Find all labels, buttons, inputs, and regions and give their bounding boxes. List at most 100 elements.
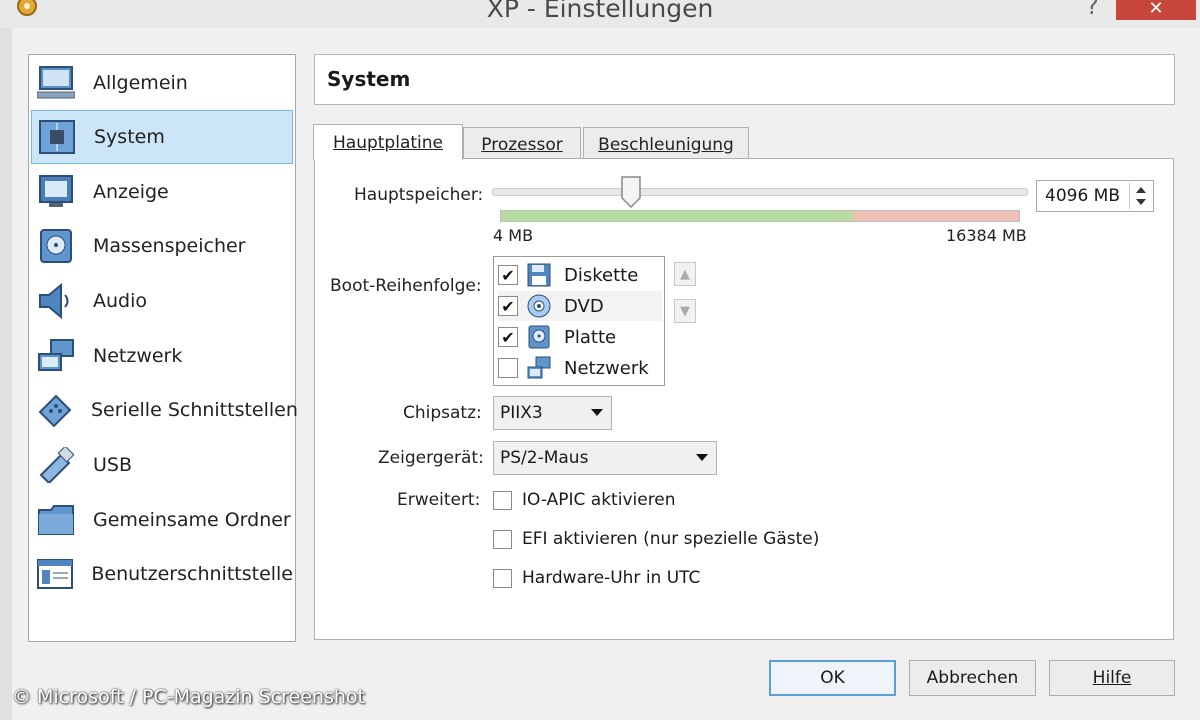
sidebar-item-anzeige[interactable]: Anzeige xyxy=(31,165,293,219)
sidebar-item-usb[interactable]: USB xyxy=(31,438,293,492)
sidebar-item-label: Benutzerschnittstelle xyxy=(91,563,293,585)
ui-icon xyxy=(36,554,74,594)
chipset-select[interactable]: PIIX3 xyxy=(493,396,612,430)
boot-item-label: Diskette xyxy=(564,264,639,286)
sidebar-item-label: Gemeinsame Ordner xyxy=(93,509,291,531)
sidebar-item-label: Allgemein xyxy=(93,72,188,94)
pointer-label: Zeigergerät: xyxy=(378,448,484,468)
checkbox[interactable]: ✔ xyxy=(498,327,518,347)
button-label: Hilfe xyxy=(1092,668,1132,688)
sidebar-item-label: Audio xyxy=(93,290,148,312)
sidebar-item-label: Anzeige xyxy=(93,181,169,203)
memory-scale-safe xyxy=(501,211,854,221)
memory-min-label: 4 MB xyxy=(493,226,534,245)
settings-sidebar: Allgemein System Anzeige Massenspeicher … xyxy=(28,54,298,642)
tab-panel-hauptplatine xyxy=(314,158,1174,640)
pointer-select[interactable]: PS/2-Maus xyxy=(493,441,717,475)
memory-stepper[interactable] xyxy=(1129,183,1151,209)
pointer-value: PS/2-Maus xyxy=(500,448,589,468)
checkbox[interactable]: ✔ xyxy=(498,265,518,285)
disk-icon xyxy=(36,226,76,266)
network-icon xyxy=(36,336,76,376)
button-label: OK xyxy=(820,668,845,688)
speaker-icon xyxy=(36,281,76,321)
display-icon xyxy=(36,172,76,212)
checkbox[interactable] xyxy=(493,490,512,510)
sidebar-item-label: System xyxy=(94,126,165,148)
sidebar-item-benutzerschnittstelle[interactable]: Benutzerschnittstelle xyxy=(31,547,293,601)
tab-label: Prozessor xyxy=(481,134,563,155)
floppy-icon xyxy=(526,262,552,288)
boot-item-netzwerk[interactable]: Netzwerk xyxy=(498,353,662,383)
cancel-button[interactable]: Abbrechen xyxy=(909,660,1036,696)
extended-label: Erweitert: xyxy=(397,490,481,510)
boot-order-list: ✔ Diskette ✔ DVD ✔ Platte Netzwerk xyxy=(493,256,665,386)
boot-item-platte[interactable]: ✔ Platte xyxy=(498,322,662,352)
chevron-down-icon xyxy=(591,409,603,416)
ok-button[interactable]: OK xyxy=(769,660,896,696)
sidebar-item-massenspeicher[interactable]: Massenspeicher xyxy=(31,219,293,273)
tab-prozessor[interactable]: Prozessor xyxy=(463,127,581,161)
chip-icon xyxy=(37,117,77,157)
help-button[interactable]: Hilfe xyxy=(1049,660,1175,696)
memory-spinbox[interactable]: 4096 MB xyxy=(1036,180,1154,212)
sidebar-item-label: Serielle Schnittstellen xyxy=(91,399,298,421)
option-label: Hardware-Uhr in UTC xyxy=(522,568,701,588)
window-frame xyxy=(0,28,12,720)
memory-max-label: 16384 MB xyxy=(946,226,1027,245)
memory-slider-track[interactable] xyxy=(492,188,1028,196)
close-button[interactable]: ✕ xyxy=(1116,0,1196,20)
boot-item-label: Netzwerk xyxy=(564,357,649,379)
page-title: System xyxy=(327,67,411,91)
memory-label: Hauptspeicher: xyxy=(354,185,484,205)
folder-icon xyxy=(36,500,76,540)
checkbox[interactable] xyxy=(493,529,512,549)
monitor-icon xyxy=(36,63,76,103)
tab-beschleunigung[interactable]: Beschleunigung xyxy=(583,127,749,161)
checkbox[interactable]: ✔ xyxy=(498,296,518,316)
tab-label: Hauptplatine xyxy=(333,132,443,153)
button-label: Abbrechen xyxy=(926,668,1019,688)
sidebar-item-gemeinsame-ordner[interactable]: Gemeinsame Ordner xyxy=(31,493,293,547)
chipset-label: Chipsatz: xyxy=(403,403,482,423)
copyright-watermark: © Microsoft / PC-Magazin Screenshot xyxy=(12,686,365,708)
sidebar-item-label: Netzwerk xyxy=(93,345,183,367)
chevron-down-icon xyxy=(696,454,708,461)
boot-move-down-button[interactable]: ▼ xyxy=(674,299,696,323)
memory-scale xyxy=(500,210,1020,222)
option-label: IO-APIC aktivieren xyxy=(522,490,676,510)
dvd-icon xyxy=(526,293,552,319)
sidebar-item-label: USB xyxy=(93,454,133,476)
checkbox[interactable] xyxy=(493,568,512,588)
page-header: System xyxy=(314,54,1175,105)
utc-clock-option[interactable]: Hardware-Uhr in UTC xyxy=(493,566,700,590)
boot-order-label: Boot-Reihenfolge: xyxy=(330,276,482,296)
checkbox[interactable] xyxy=(498,358,518,378)
help-titlebar-button[interactable]: ? xyxy=(1086,0,1099,20)
tab-hauptplatine[interactable]: Hauptplatine xyxy=(313,124,463,160)
tab-label: Beschleunigung xyxy=(598,134,734,155)
memory-scale-risky xyxy=(853,211,1019,221)
memory-slider-thumb[interactable] xyxy=(621,176,641,209)
title-bar: XP - Einstellungen ? ✕ xyxy=(0,0,1200,28)
io-apic-option[interactable]: IO-APIC aktivieren xyxy=(493,488,676,512)
sidebar-item-serielle-schnittstellen[interactable]: Serielle Schnittstellen xyxy=(31,383,298,437)
usb-icon xyxy=(36,445,76,485)
sidebar-item-allgemein[interactable]: Allgemein xyxy=(31,56,293,110)
sidebar-item-system[interactable]: System xyxy=(31,110,293,164)
boot-item-label: DVD xyxy=(564,295,604,317)
sidebar-item-audio[interactable]: Audio xyxy=(31,274,293,328)
network-icon xyxy=(526,355,552,381)
boot-item-label: Platte xyxy=(564,326,617,348)
boot-item-dvd[interactable]: ✔ DVD xyxy=(498,291,662,321)
chipset-value: PIIX3 xyxy=(500,403,543,423)
sidebar-item-netzwerk[interactable]: Netzwerk xyxy=(31,329,293,383)
boot-move-up-button[interactable]: ▲ xyxy=(674,262,696,286)
harddisk-icon xyxy=(526,324,552,350)
boot-item-diskette[interactable]: ✔ Diskette xyxy=(498,260,662,290)
efi-option[interactable]: EFI aktivieren (nur spezielle Gäste) xyxy=(493,527,819,551)
serial-icon xyxy=(36,390,74,430)
memory-value: 4096 MB xyxy=(1045,186,1120,206)
option-label: EFI aktivieren (nur spezielle Gäste) xyxy=(522,529,820,549)
window-title: XP - Einstellungen xyxy=(486,0,714,23)
